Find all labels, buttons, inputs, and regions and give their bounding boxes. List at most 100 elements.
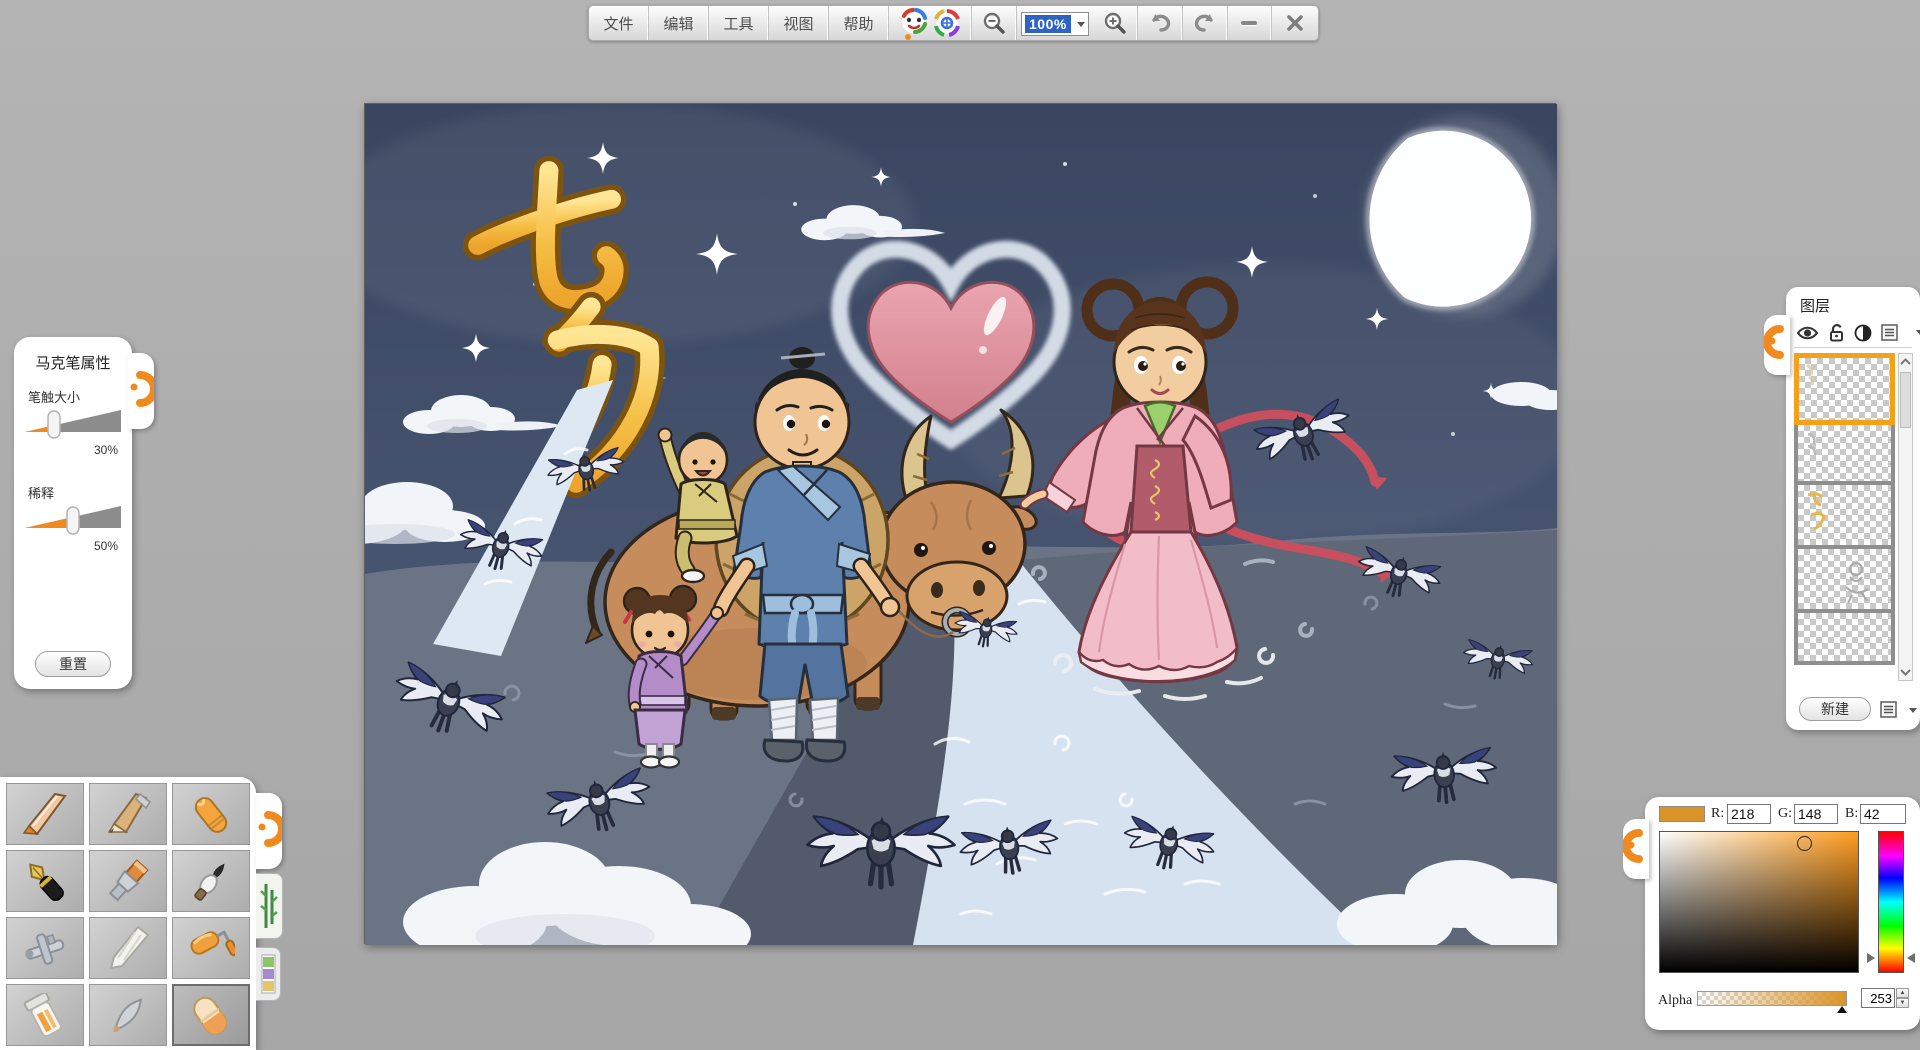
redo-button[interactable]	[1183, 6, 1228, 40]
saturation-value-picker[interactable]	[1659, 831, 1859, 973]
tool-pencil[interactable]	[89, 783, 167, 845]
bamboo-icon	[260, 880, 278, 932]
sv-selector-ring[interactable]	[1797, 836, 1812, 851]
magnifier-plus-icon	[1103, 11, 1127, 35]
chevron-down-icon[interactable]	[1916, 330, 1920, 335]
tool-paper-blender[interactable]	[89, 984, 167, 1046]
redo-icon	[1193, 12, 1217, 34]
red-label: R:	[1711, 806, 1724, 822]
marker-properties-panel: 马克笔属性 笔触大小 30% 稀释 50% 重置	[14, 337, 132, 689]
hue-marker-right[interactable]	[1907, 953, 1915, 963]
color-collapse-handle[interactable]	[1623, 819, 1649, 879]
minimize-icon	[1241, 21, 1257, 25]
blue-input[interactable]	[1860, 804, 1906, 824]
layer-row-4[interactable]	[1794, 545, 1895, 613]
green-input[interactable]	[1794, 804, 1838, 824]
drawing-canvas[interactable]	[364, 103, 1556, 944]
unlock-icon[interactable]	[1828, 323, 1845, 342]
magnifier-minus-icon	[982, 11, 1006, 35]
layer-options-button[interactable]	[1880, 701, 1917, 719]
crescent-moon	[1365, 116, 1557, 316]
tab-image-stamp-set[interactable]	[256, 947, 281, 1001]
layer-list-menu-icon[interactable]	[1881, 324, 1901, 342]
layer-row-1[interactable]	[1794, 353, 1895, 425]
menu-help[interactable]: 帮助	[829, 6, 889, 40]
brush-size-slider[interactable]	[25, 405, 121, 441]
zoom-level-value: 100%	[1025, 15, 1071, 33]
layer-thumb-mark	[1836, 559, 1880, 605]
tool-ink-brush[interactable]	[172, 850, 250, 912]
tab-bamboo-brush-set[interactable]	[256, 873, 283, 939]
panel-title: 马克笔属性	[14, 337, 132, 373]
zoom-out-button[interactable]	[972, 6, 1017, 40]
layer-row-3[interactable]	[1794, 481, 1895, 549]
tool-paint-roller[interactable]	[172, 917, 250, 979]
color-wheel-icon[interactable]	[933, 9, 961, 37]
scroll-up-icon[interactable]	[1899, 357, 1912, 367]
tool-glue-stick[interactable]	[6, 984, 84, 1046]
layers-panel: 图层	[1786, 287, 1920, 730]
alpha-spinner: ▲ ▼	[1896, 988, 1909, 1008]
tool-fountain-pen[interactable]	[6, 850, 84, 912]
close-button[interactable]	[1272, 6, 1318, 40]
tool-eraser[interactable]	[172, 984, 250, 1046]
layer-row-2[interactable]	[1794, 421, 1895, 485]
layers-title: 图层	[1800, 295, 1830, 316]
layer-list-menu-icon	[1880, 701, 1900, 719]
panel-collapse-handle[interactable]	[128, 353, 154, 429]
scroll-down-icon[interactable]	[1899, 667, 1912, 677]
spin-up-button[interactable]: ▲	[1896, 988, 1909, 998]
alpha-input[interactable]	[1861, 988, 1895, 1008]
orange-grip-icon	[128, 353, 154, 429]
dilution-label: 稀释	[28, 483, 54, 502]
tool-carving-knife[interactable]	[6, 783, 84, 845]
layer-scrollbar[interactable]	[1898, 353, 1913, 681]
undo-icon	[1148, 12, 1172, 34]
blue-label: B:	[1845, 806, 1858, 822]
color-picker-panel: R: G: B: Alpha ▲ ▼	[1645, 797, 1920, 1030]
minimize-button[interactable]	[1228, 6, 1272, 40]
close-icon	[1286, 14, 1304, 32]
divider	[1794, 347, 1912, 348]
layer-thumb-mark	[1803, 489, 1829, 533]
layer-thumb-mark	[1803, 361, 1823, 387]
new-layer-button[interactable]: 新建	[1799, 697, 1871, 721]
visibility-eye-icon[interactable]	[1796, 324, 1819, 342]
hue-marker-left[interactable]	[1867, 953, 1875, 963]
zoom-in-button[interactable]	[1093, 6, 1138, 40]
dilution-slider[interactable]	[25, 501, 121, 537]
menu-tools[interactable]: 工具	[709, 6, 769, 40]
alpha-label: Alpha	[1658, 993, 1692, 1009]
orange-grip-icon	[256, 793, 282, 869]
blend-contrast-icon[interactable]	[1854, 324, 1872, 342]
zoom-level-select[interactable]: 100%	[1021, 12, 1089, 36]
scroll-thumb[interactable]	[1900, 372, 1911, 428]
tool-palette-knife[interactable]	[89, 917, 167, 979]
brush-size-value: 30%	[94, 443, 118, 457]
dilution-value: 50%	[94, 539, 118, 553]
chevron-down-icon	[1077, 22, 1085, 27]
menu-view[interactable]: 视图	[769, 6, 829, 40]
spin-down-button[interactable]: ▼	[1896, 998, 1909, 1008]
orange-grip-icon	[1764, 315, 1790, 375]
alpha-marker[interactable]	[1837, 1006, 1847, 1013]
green-label: G:	[1778, 806, 1792, 822]
tool-airbrush[interactable]	[6, 917, 84, 979]
undo-button[interactable]	[1138, 6, 1183, 40]
orange-grip-icon	[1623, 819, 1649, 879]
layer-row-5[interactable]	[1794, 609, 1895, 665]
alpha-slider[interactable]	[1697, 991, 1847, 1006]
current-color-swatch	[1659, 806, 1705, 822]
palette-face-icon[interactable]	[899, 6, 929, 40]
tool-flat-brush[interactable]	[89, 850, 167, 912]
menu-file[interactable]: 文件	[589, 6, 649, 40]
chevron-down-icon	[1909, 708, 1917, 713]
tool-marker-tip[interactable]	[172, 783, 250, 845]
red-input[interactable]	[1727, 804, 1771, 824]
layers-collapse-handle[interactable]	[1764, 315, 1790, 375]
reset-button[interactable]: 重置	[35, 651, 111, 677]
palette-collapse-handle[interactable]	[256, 793, 282, 869]
layer-list	[1794, 353, 1895, 661]
hue-bar[interactable]	[1878, 831, 1904, 973]
menu-edit[interactable]: 编辑	[649, 6, 709, 40]
